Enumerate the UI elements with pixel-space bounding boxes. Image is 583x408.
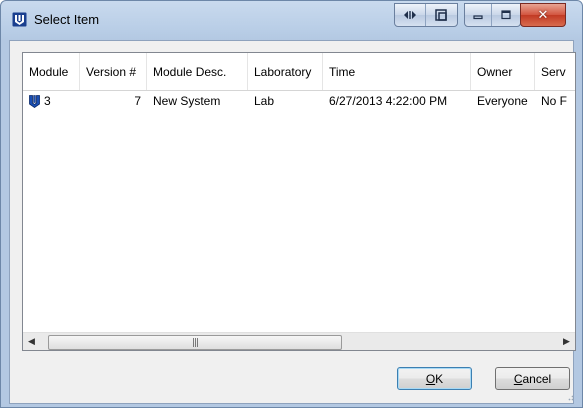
- column-header-version[interactable]: Version #: [80, 53, 147, 90]
- cancel-button[interactable]: Cancel: [495, 367, 570, 390]
- cell-laboratory: Lab: [254, 94, 275, 108]
- module-icon: [29, 95, 40, 109]
- list-header: Module Version # Module Desc. Laboratory…: [23, 53, 575, 91]
- table-row[interactable]: 3 7 New System Lab 6/27/2013 4:22:00 PM …: [23, 90, 575, 112]
- cell-version: 7: [134, 94, 141, 108]
- minimize-button[interactable]: [465, 4, 492, 26]
- item-list[interactable]: Module Version # Module Desc. Laboratory…: [22, 52, 576, 351]
- chevron-left-icon: ◀: [28, 337, 35, 347]
- scroll-right-button[interactable]: ▶: [558, 333, 575, 350]
- window-controls: [464, 3, 521, 27]
- maximize-button[interactable]: [492, 4, 520, 26]
- title-bar[interactable]: Select Item ✕: [1, 1, 582, 39]
- horizontal-scrollbar[interactable]: ◀ ||| ▶: [23, 332, 575, 350]
- scrollbar-thumb[interactable]: |||: [48, 335, 342, 350]
- close-icon: ✕: [537, 7, 549, 23]
- minimize-icon: [473, 15, 483, 20]
- close-button[interactable]: ✕: [520, 3, 566, 27]
- column-header-owner[interactable]: Owner: [471, 53, 535, 90]
- window-title: Select Item: [34, 12, 100, 27]
- restore-app-icon: [435, 9, 447, 21]
- cell-owner: Everyone: [477, 94, 528, 108]
- ok-button[interactable]: OK: [397, 367, 472, 390]
- scroll-left-button[interactable]: ◀: [23, 333, 40, 350]
- column-header-module-desc[interactable]: Module Desc.: [147, 53, 248, 90]
- column-header-time[interactable]: Time: [323, 53, 471, 90]
- app-icon: [12, 12, 27, 27]
- cell-server: No F: [541, 94, 568, 108]
- extra-titlebar-buttons: [394, 3, 458, 27]
- grip-icon: |||: [191, 337, 199, 348]
- chevron-right-icon: ▶: [563, 337, 570, 347]
- column-header-module[interactable]: Module: [23, 53, 80, 90]
- resize-grip-icon[interactable]: [566, 393, 574, 401]
- column-header-server[interactable]: Serv: [535, 53, 575, 90]
- column-header-laboratory[interactable]: Laboratory: [248, 53, 323, 90]
- dock-button[interactable]: [395, 4, 426, 26]
- maximize-icon: [501, 10, 511, 20]
- cell-time: 6/27/2013 4:22:00 PM: [329, 94, 448, 108]
- cell-module: 3: [23, 90, 80, 112]
- dock-icon: [404, 11, 416, 19]
- restore-app-button[interactable]: [426, 4, 456, 26]
- cell-desc: New System: [153, 94, 221, 108]
